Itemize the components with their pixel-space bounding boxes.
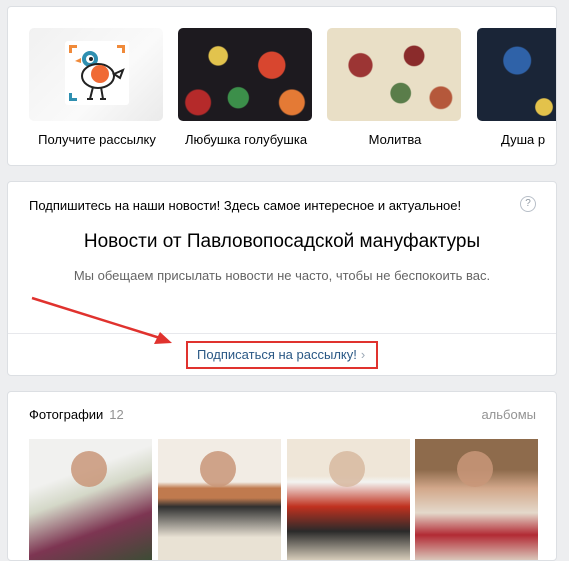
photos-block: Фотографии 12 альбомы <box>7 391 557 561</box>
photos-heading[interactable]: Фотографии <box>29 407 103 422</box>
product-label[interactable]: Душа р <box>477 132 556 147</box>
subscribe-link-label[interactable]: Подписаться на рассылку! <box>197 347 357 362</box>
photo-thumbnail[interactable] <box>29 439 152 560</box>
subscribe-title: Новости от Павловопосадской мануфактуры <box>83 231 481 252</box>
product-label[interactable]: Молитва <box>327 132 463 147</box>
photos-count: 12 <box>109 407 124 422</box>
product-thumbnail[interactable] <box>178 28 312 121</box>
product-label[interactable]: Получите рассылку <box>29 132 165 147</box>
products-carousel: Получите рассылку Любушка голубушка Моли… <box>7 6 557 166</box>
help-icon[interactable]: ? <box>520 196 536 212</box>
photo-image <box>71 451 107 487</box>
photos-header[interactable]: Фотографии 12 <box>29 407 124 422</box>
photo-thumbnail[interactable] <box>415 439 538 560</box>
product-item[interactable]: Получите рассылку <box>29 28 165 147</box>
photo-thumbnail[interactable] <box>287 439 410 560</box>
product-thumbnail[interactable] <box>29 28 163 121</box>
photo-image <box>329 451 365 487</box>
subscribe-widget: Подпишитесь на наши новости! Здесь самое… <box>7 181 557 376</box>
bird-logo-icon <box>65 41 129 105</box>
product-item[interactable]: Молитва <box>327 28 463 147</box>
albums-link[interactable]: альбомы <box>481 407 536 422</box>
photo-image <box>200 451 236 487</box>
photo-image <box>457 451 493 487</box>
product-thumbnail[interactable] <box>327 28 461 121</box>
subscribe-intro-text: Подпишитесь на наши новости! Здесь самое… <box>29 198 462 213</box>
subscribe-link[interactable]: Подписаться на рассылку! › <box>186 341 378 369</box>
subscribe-description: Мы обещаем присылать новости не часто, ч… <box>73 268 491 283</box>
chevron-right-icon: › <box>360 347 366 362</box>
product-item[interactable]: Любушка голубушка <box>178 28 314 147</box>
product-label[interactable]: Любушка голубушка <box>178 132 314 147</box>
divider <box>8 333 556 334</box>
product-thumbnail[interactable] <box>477 28 556 121</box>
product-item[interactable]: Душа р <box>477 28 556 147</box>
photo-thumbnail[interactable] <box>158 439 281 560</box>
